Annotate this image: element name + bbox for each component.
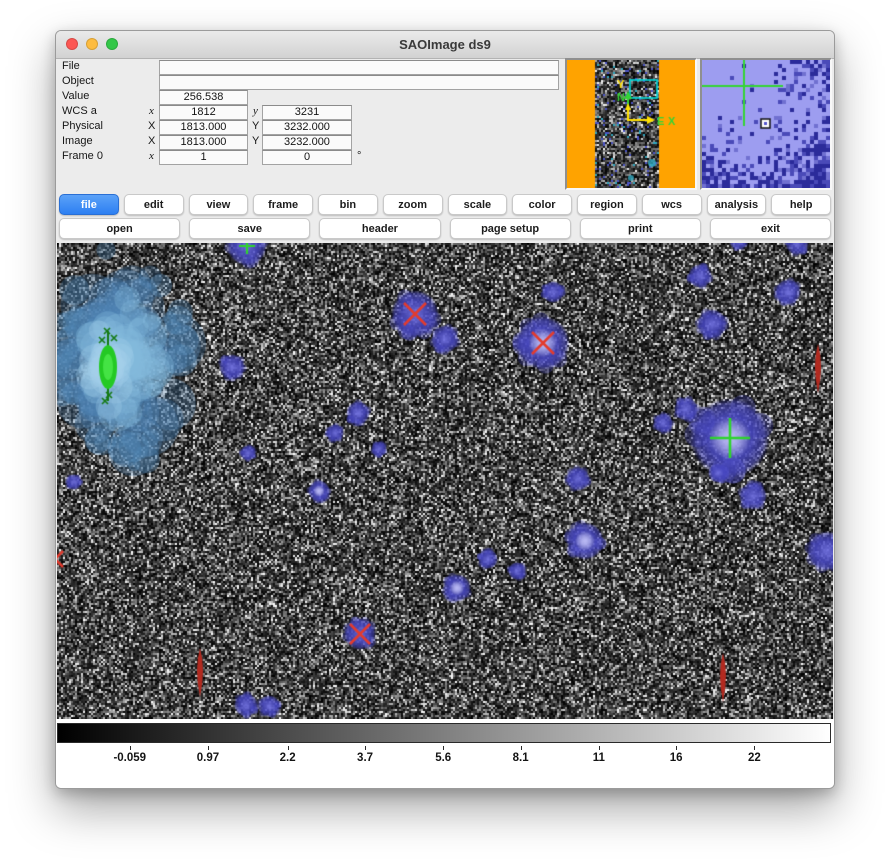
colorbar-tick-label: 0.97 (197, 752, 219, 764)
physical-x-label: X (148, 120, 155, 133)
wcs-y-label: y (253, 105, 258, 118)
menu-header-button[interactable]: header (319, 218, 440, 239)
colorbar-tick (521, 746, 522, 750)
menu-scale-button[interactable]: scale (448, 194, 508, 215)
image-y-field[interactable]: 3232.000 (262, 135, 352, 150)
menu-wcs-button[interactable]: wcs (642, 194, 702, 215)
physical-y-field[interactable]: 3232.000 (262, 120, 352, 135)
wcs-y-field[interactable]: 3231 (262, 105, 352, 120)
frame-rotation-field[interactable]: 0 (262, 150, 352, 165)
colorbar-tick (443, 746, 444, 750)
file-label: File (62, 60, 80, 73)
colorbar-tick-label: 11 (593, 752, 605, 764)
physical-label: Physical (62, 120, 103, 133)
colorbar-scale: -0.059 0.97 2.2 3.7 5.6 8.1 11 16 22 (57, 719, 831, 783)
file-field[interactable] (159, 60, 559, 75)
sky-image-canvas[interactable] (57, 243, 833, 719)
menu-color-button[interactable]: color (512, 194, 572, 215)
colorbar-tick (208, 746, 209, 750)
frame-x-field[interactable]: 1 (159, 150, 248, 165)
object-field[interactable] (159, 75, 559, 90)
menu-row-file: open save header page setup print exit (59, 218, 831, 239)
menu-page-setup-button[interactable]: page setup (450, 218, 571, 239)
menu-view-button[interactable]: view (189, 194, 249, 215)
physical-x-field[interactable]: 1813.000 (159, 120, 248, 135)
colorbar-tick-label: 3.7 (357, 752, 373, 764)
colorbar-tick-label: 22 (748, 752, 761, 764)
colorbar-tick (599, 746, 600, 750)
wcs-label: WCS a (62, 105, 97, 118)
menu-zoom-button[interactable]: zoom (383, 194, 443, 215)
ds9-window: SAOImage ds9 File Object Value 256.538 W… (55, 30, 835, 789)
menu-region-button[interactable]: region (577, 194, 637, 215)
menu-save-button[interactable]: save (189, 218, 310, 239)
colorbar-section: -0.059 0.97 2.2 3.7 5.6 8.1 11 16 22 (56, 719, 834, 788)
image-x-field[interactable]: 1813.000 (159, 135, 248, 150)
colorbar-tick-label: 8.1 (513, 752, 529, 764)
colorbar-tick (676, 746, 677, 750)
colorbar-tick (288, 746, 289, 750)
menu-row-main: fileeditviewframebinzoomscalecolorregion… (59, 194, 831, 215)
panner-canvas[interactable] (567, 60, 695, 188)
window-title: SAOImage ds9 (56, 31, 834, 58)
magnifier-panel (700, 58, 832, 190)
menu-analysis-button[interactable]: analysis (707, 194, 767, 215)
menu-print-button[interactable]: print (580, 218, 701, 239)
colorbar-tick-label: 2.2 (280, 752, 296, 764)
magnifier-canvas (702, 60, 830, 188)
colorbar-tick (130, 746, 131, 750)
menu-file-button[interactable]: file (59, 194, 119, 215)
frame-label: Frame 0 (62, 150, 103, 163)
colorbar-tick (754, 746, 755, 750)
wcs-x-field[interactable]: 1812 (159, 105, 248, 120)
colorbar-tick-label: 5.6 (435, 752, 451, 764)
wcs-x-label: x (149, 105, 154, 118)
image-y-label: Y (252, 135, 259, 148)
image-label: Image (62, 135, 93, 148)
colorbar-tick (365, 746, 366, 750)
degree-symbol: ° (357, 150, 361, 162)
panner-panel[interactable] (565, 58, 697, 190)
value-field[interactable]: 256.538 (159, 90, 248, 105)
menu-edit-button[interactable]: edit (124, 194, 184, 215)
menu-help-button[interactable]: help (771, 194, 831, 215)
physical-y-label: Y (252, 120, 259, 133)
colorbar-tick-label: -0.059 (113, 752, 146, 764)
menu-bin-button[interactable]: bin (318, 194, 378, 215)
colorbar-tick-label: 16 (670, 752, 683, 764)
titlebar[interactable]: SAOImage ds9 (56, 31, 834, 59)
menu-frame-button[interactable]: frame (253, 194, 313, 215)
menu-open-button[interactable]: open (59, 218, 180, 239)
menu-exit-button[interactable]: exit (710, 218, 831, 239)
object-label: Object (62, 75, 94, 88)
frame-x-label: x (149, 150, 154, 163)
image-x-label: X (148, 135, 155, 148)
value-label: Value (62, 90, 89, 103)
